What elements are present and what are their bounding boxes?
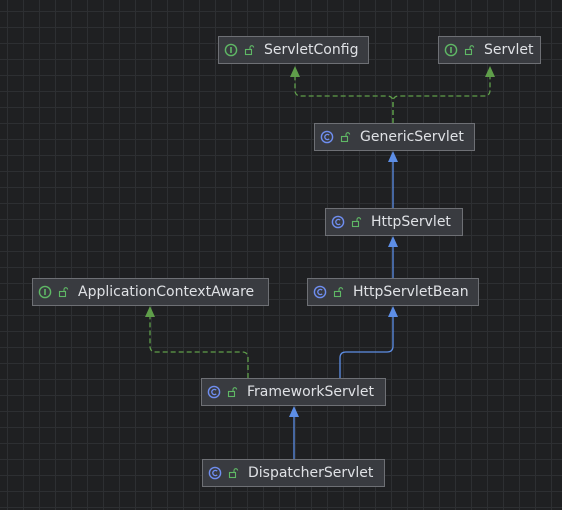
interface-icon: [38, 285, 52, 299]
node-httpservlet[interactable]: HttpServlet: [325, 208, 463, 236]
arrowhead-extends: [289, 406, 299, 417]
interface-icon: [444, 43, 458, 57]
node-genericservlet[interactable]: GenericServlet: [314, 123, 475, 151]
edges-layer: [145, 66, 495, 459]
visibility-icon: [349, 215, 363, 229]
class-icon: [331, 215, 345, 229]
arrowhead-extends: [388, 306, 398, 317]
arrowhead-implements: [485, 66, 495, 77]
visibility-icon: [225, 385, 239, 399]
node-applicationcontextaware[interactable]: ApplicationContextAware: [32, 278, 269, 306]
class-icon: [208, 466, 222, 480]
node-label: FrameworkServlet: [247, 384, 375, 400]
visibility-icon: [331, 285, 345, 299]
node-httpservletbean[interactable]: HttpServletBean: [307, 278, 479, 306]
visibility-icon: [338, 130, 352, 144]
visibility-icon: [226, 466, 240, 480]
visibility-icon: [242, 43, 256, 57]
node-servletconfig[interactable]: ServletConfig: [218, 36, 369, 64]
edge-extends-frameworkservlet-to-httpservletbean: [339, 317, 394, 378]
node-label: HttpServletBean: [353, 284, 469, 300]
arrowhead-extends: [388, 236, 398, 247]
node-label: DispatcherServlet: [248, 465, 374, 481]
node-dispatcherservlet[interactable]: DispatcherServlet: [202, 459, 385, 487]
class-icon: [313, 285, 327, 299]
node-label: GenericServlet: [360, 129, 464, 145]
edge-implements-frameworkservlet-to-applicationcontextaware: [149, 317, 249, 378]
node-label: HttpServlet: [371, 214, 451, 230]
edge-implements-genericservlet-to-servletconfig: [294, 77, 394, 123]
node-label: ServletConfig: [264, 42, 359, 58]
node-frameworkservlet[interactable]: FrameworkServlet: [201, 378, 386, 406]
arrowhead-extends: [388, 151, 398, 162]
visibility-icon: [56, 285, 70, 299]
arrowhead-implements: [145, 306, 155, 317]
interface-icon: [224, 43, 238, 57]
class-icon: [207, 385, 221, 399]
node-servlet[interactable]: Servlet: [438, 36, 541, 64]
edge-implements-genericservlet-to-servlet: [392, 77, 491, 123]
arrowhead-implements: [290, 66, 300, 77]
diagram-canvas: ServletConfig Servlet GenericServlet Htt…: [0, 0, 562, 510]
class-icon: [320, 130, 334, 144]
node-label: ApplicationContextAware: [78, 284, 255, 300]
visibility-icon: [462, 43, 476, 57]
node-label: Servlet: [484, 42, 534, 58]
